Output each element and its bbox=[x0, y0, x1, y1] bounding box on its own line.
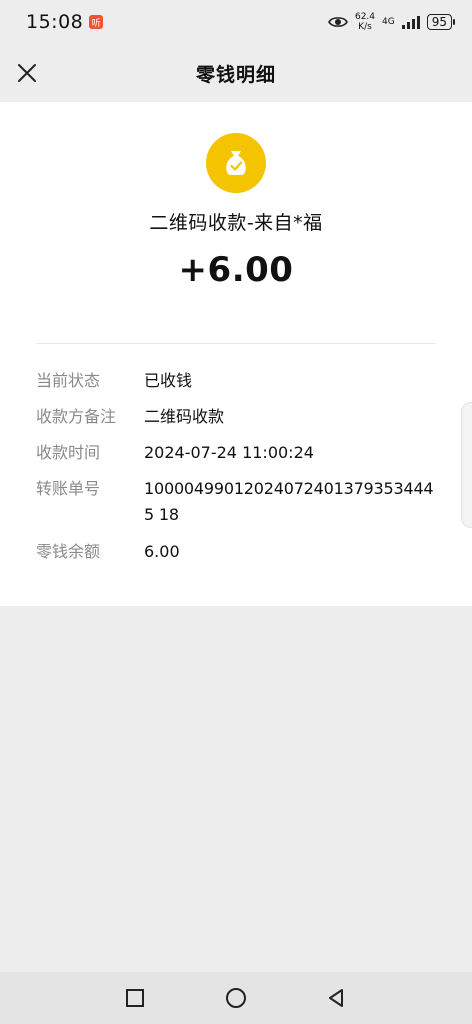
side-drawer-handle[interactable] bbox=[461, 402, 472, 528]
battery-icon: 95 bbox=[426, 14, 456, 30]
detail-value: 二维码收款 bbox=[144, 407, 225, 426]
header: 零钱明细 bbox=[0, 44, 472, 102]
money-bag-icon bbox=[206, 133, 266, 193]
square-icon bbox=[126, 989, 144, 1007]
network-speed: 62.4 K/s bbox=[355, 12, 375, 32]
status-time: 15:08 bbox=[26, 11, 84, 33]
detail-label: 转账单号 bbox=[36, 479, 101, 498]
battery-level: 95 bbox=[431, 15, 447, 29]
circle-icon bbox=[226, 988, 246, 1008]
transaction-title: 二维码收款-来自*福 bbox=[149, 212, 323, 234]
detail-label: 零钱余额 bbox=[36, 542, 101, 561]
detail-value: 已收钱 bbox=[144, 371, 193, 390]
transaction-amount: +6.00 bbox=[178, 250, 294, 290]
status-right: 62.4 K/s 4G 95 bbox=[328, 12, 456, 32]
detail-row-transfer-id: 转账单号 100004990120240724013793534445 18 bbox=[36, 476, 446, 528]
eye-icon bbox=[328, 15, 348, 29]
close-icon bbox=[18, 64, 36, 82]
triangle-back-icon bbox=[329, 989, 343, 1007]
transaction-card: 二维码收款-来自*福 +6.00 当前状态 已收钱 收款方备注 二维码收款 收款… bbox=[0, 102, 472, 606]
detail-row-status: 当前状态 已收钱 bbox=[36, 368, 446, 394]
detail-label: 收款方备注 bbox=[36, 407, 117, 426]
page-title: 零钱明细 bbox=[195, 63, 276, 86]
detail-label: 收款时间 bbox=[36, 443, 101, 462]
status-bar: 15:08 听 62.4 K/s 4G 95 bbox=[0, 0, 472, 44]
recent-apps-button[interactable] bbox=[123, 986, 147, 1010]
network-speed-value: 62.4 bbox=[354, 12, 376, 22]
detail-row-balance: 零钱余额 6.00 bbox=[36, 539, 446, 565]
network-type: 4G bbox=[382, 17, 395, 27]
app-notification-badge: 听 bbox=[89, 15, 104, 29]
detail-row-remark: 收款方备注 二维码收款 bbox=[36, 404, 446, 430]
close-button[interactable] bbox=[12, 58, 42, 88]
divider bbox=[36, 343, 436, 344]
navigation-bar bbox=[0, 972, 472, 1024]
detail-label: 当前状态 bbox=[36, 371, 101, 390]
detail-value: 6.00 bbox=[144, 542, 180, 561]
detail-value: 100004990120240724013793534445 18 bbox=[144, 479, 434, 524]
detail-value: 2024-07-24 11:00:24 bbox=[144, 443, 314, 462]
back-button[interactable] bbox=[324, 986, 348, 1010]
signal-icon bbox=[401, 15, 420, 29]
detail-row-time: 收款时间 2024-07-24 11:00:24 bbox=[36, 440, 446, 466]
home-button[interactable] bbox=[224, 986, 248, 1010]
network-speed-unit: K/s bbox=[358, 22, 372, 32]
status-left: 15:08 听 bbox=[26, 11, 104, 33]
